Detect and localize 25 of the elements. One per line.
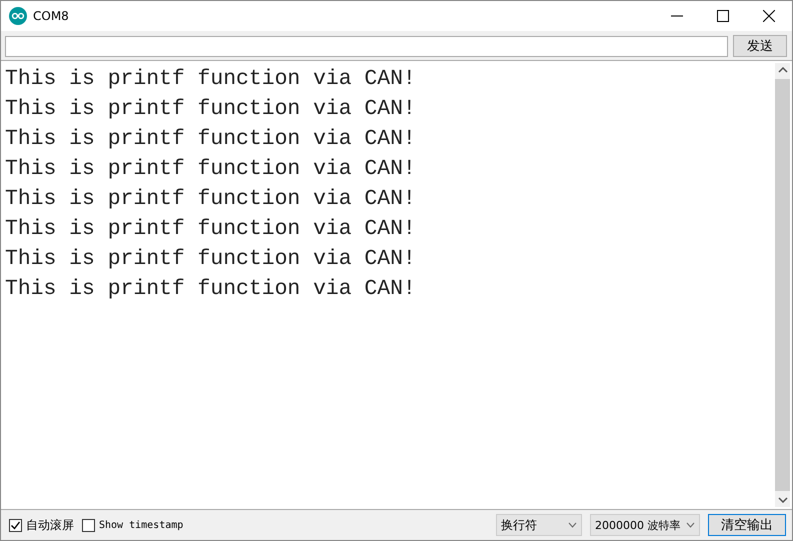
checkbox[interactable] — [82, 518, 95, 532]
chevron-down-icon — [568, 522, 577, 528]
close-icon[interactable] — [763, 10, 775, 22]
chevron-down-icon — [686, 522, 695, 528]
scroll-up-icon[interactable] — [778, 67, 788, 73]
output-line: This is printf function via CAN! — [5, 216, 417, 243]
window-title: COM8 — [33, 9, 69, 23]
checkbox-label: Show timestamp — [99, 520, 184, 530]
output-line: This is printf function via CAN! — [5, 96, 417, 123]
baud-rate-dropdown[interactable]: 2000000 波特率 — [590, 514, 700, 536]
output-line: This is printf function via CAN! — [5, 276, 417, 303]
app-logo-icon — [9, 7, 27, 25]
output-line: This is printf function via CAN! — [5, 66, 417, 93]
checkbox[interactable] — [9, 518, 22, 532]
maximize-icon[interactable] — [717, 10, 729, 22]
output-line: This is printf function via CAN! — [5, 126, 417, 153]
input-field[interactable] — [5, 36, 728, 56]
output-line: This is printf function via CAN! — [5, 246, 417, 273]
line-ending-dropdown[interactable]: 换行符 — [496, 514, 582, 536]
clear-output-button[interactable]: 清空输出 — [708, 514, 786, 536]
output-line: This is printf function via CAN! — [5, 186, 417, 213]
checkbox-label: 自动滚屏 — [26, 516, 74, 534]
output-line: This is printf function via CAN! — [5, 156, 417, 183]
scroll-down-icon[interactable] — [778, 497, 788, 503]
send-button[interactable]: 发送 — [733, 35, 787, 57]
